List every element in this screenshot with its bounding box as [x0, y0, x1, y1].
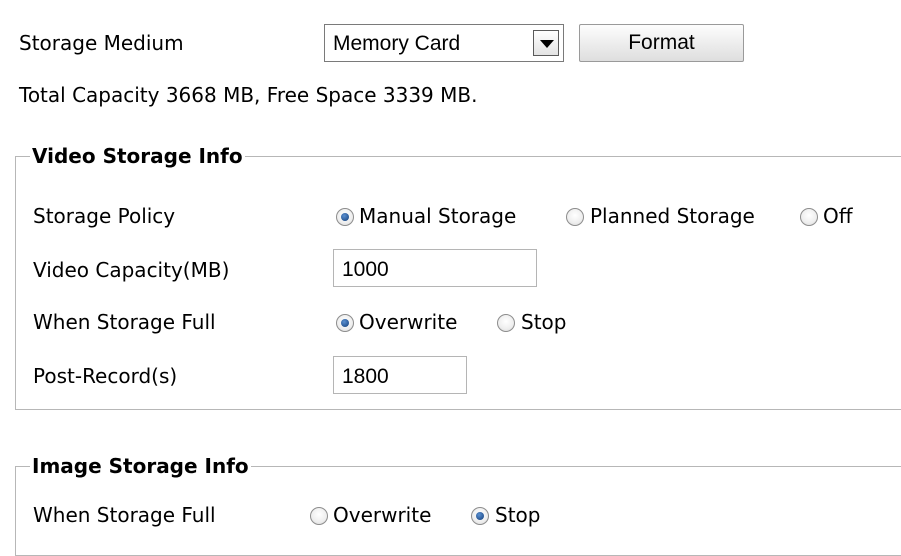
storage-medium-label: Storage Medium [19, 31, 184, 55]
radio-video-overwrite[interactable] [336, 314, 354, 332]
video-storage-legend: Video Storage Info [30, 144, 245, 168]
storage-medium-select[interactable]: Memory Card [324, 24, 564, 62]
capacity-info-text: Total Capacity 3668 MB, Free Space 3339 … [19, 83, 478, 107]
storage-policy-label: Storage Policy [33, 204, 176, 228]
option-planned-storage-label[interactable]: Planned Storage [590, 204, 755, 228]
radio-off[interactable] [800, 208, 818, 226]
image-storage-legend: Image Storage Info [30, 454, 251, 478]
option-image-stop-label[interactable]: Stop [495, 503, 540, 527]
post-record-value: 1800 [342, 365, 389, 388]
option-off-label[interactable]: Off [823, 204, 853, 228]
option-video-overwrite-label[interactable]: Overwrite [359, 310, 457, 334]
option-video-stop-label[interactable]: Stop [521, 310, 566, 334]
radio-video-stop[interactable] [497, 314, 515, 332]
radio-manual-storage[interactable] [336, 208, 354, 226]
video-capacity-value: 1000 [342, 258, 389, 281]
image-when-full-label: When Storage Full [33, 503, 216, 527]
option-image-overwrite-label[interactable]: Overwrite [333, 503, 431, 527]
chevron-down-icon[interactable] [533, 30, 559, 56]
radio-image-stop[interactable] [471, 507, 489, 525]
radio-image-overwrite[interactable] [310, 507, 328, 525]
post-record-input[interactable]: 1800 [333, 356, 467, 394]
option-manual-storage-label[interactable]: Manual Storage [359, 204, 516, 228]
video-capacity-input[interactable]: 1000 [333, 249, 537, 287]
video-capacity-label: Video Capacity(MB) [33, 258, 230, 282]
video-when-full-label: When Storage Full [33, 310, 216, 334]
post-record-label: Post-Record(s) [33, 364, 178, 388]
storage-medium-value: Memory Card [333, 32, 461, 55]
format-button[interactable]: Format [579, 24, 744, 62]
radio-planned-storage[interactable] [566, 208, 584, 226]
